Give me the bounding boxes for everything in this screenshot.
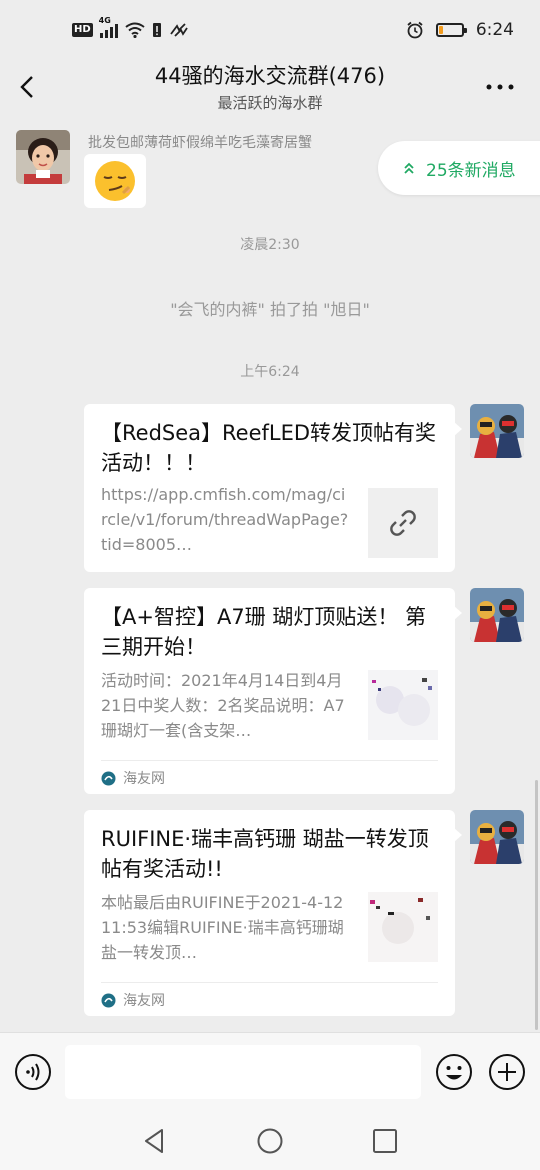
emoji-message[interactable] [84, 154, 146, 208]
card-description: 活动时间：2021年4月14日到4月21日中奖人数：2名奖品说明：A7珊瑚灯一套… [101, 671, 345, 740]
wifi-icon [125, 22, 145, 38]
emoji-button[interactable] [435, 1053, 473, 1091]
my-avatar[interactable] [470, 404, 524, 458]
card-description: https://app.cmfish.com/mag/circle/v1/for… [101, 485, 349, 554]
back-triangle-icon [145, 1129, 163, 1153]
link-icon [390, 510, 416, 536]
card-title: RUIFINE·瑞丰高钙珊 瑚盐一转发顶帖有奖活动!! [101, 827, 429, 881]
card-divider [101, 982, 438, 983]
smirk-emoji-icon [95, 161, 135, 201]
card-description: 本帖最后由RUIFINE于2021-4-1211:53编辑RUIFINE·瑞丰高… [101, 893, 344, 962]
card-title: 【RedSea】ReefLED转发顶帖有奖活动！！！ [101, 421, 437, 475]
scrollbar[interactable] [535, 780, 538, 1030]
card-thumbnail [368, 670, 438, 740]
status-left: HD 4G [72, 16, 189, 38]
network-type: 4G [98, 16, 111, 25]
card-source: 海友网 [101, 768, 165, 788]
plus-button[interactable] [488, 1053, 526, 1091]
new-messages-button[interactable]: 25条新消息 [378, 141, 540, 195]
link-card[interactable]: 【RedSea】ReefLED转发顶帖有奖活动！！！ https://app.c… [84, 404, 462, 572]
more-button[interactable] [482, 74, 518, 100]
nav-back-button[interactable] [140, 1126, 170, 1156]
card-thumbnail [368, 488, 438, 558]
battery-icon [435, 23, 467, 37]
home-circle-icon [257, 1128, 283, 1154]
avatar [470, 810, 524, 864]
clock: 6:24 [475, 20, 514, 40]
system-message: "会飞的内裤" 拍了拍 "旭日" [170, 300, 370, 319]
more-horizontal-icon [486, 84, 514, 90]
card-source-label: 海友网 [123, 993, 165, 1009]
chat-header: 44骚的海水交流群(476) 最活跃的海水群 [0, 56, 540, 118]
new-messages-label: 25条新消息 [426, 160, 516, 181]
input-bar [0, 1032, 540, 1112]
article-image [368, 670, 438, 740]
voice-icon [15, 1054, 51, 1090]
alarm-icon [407, 21, 423, 39]
voice-button[interactable] [14, 1053, 52, 1091]
double-chevron-up-icon [404, 162, 414, 174]
chat-title: 44骚的海水交流群(476) [154, 64, 386, 88]
card-divider [101, 760, 438, 761]
system-nav-bar [0, 1112, 540, 1170]
alert-icon [152, 23, 161, 37]
timestamp: 凌晨2:30 [240, 237, 300, 253]
message-input[interactable] [65, 1045, 421, 1099]
status-bar: HD 4G 6:24 [0, 0, 540, 56]
emoji-icon [436, 1054, 472, 1090]
card-title: 【A+智控】A7珊 瑚灯顶贴送！ 第三期开始！ [101, 605, 427, 659]
status-right: 6:24 [406, 20, 514, 40]
hd-badge: HD [72, 23, 93, 37]
nav-home-button[interactable] [255, 1126, 285, 1156]
card-thumbnail [368, 892, 438, 962]
plus-icon [489, 1054, 525, 1090]
my-avatar[interactable] [470, 588, 524, 642]
timestamp: 上午6:24 [240, 364, 300, 380]
link-card[interactable]: RUIFINE·瑞丰高钙珊 瑚盐一转发顶帖有奖活动!! 本帖最后由RUIFINE… [84, 810, 462, 1016]
article-image [368, 892, 438, 962]
sender-name: 批发包邮薄荷虾假绵羊吃毛藻寄居蟹 [88, 135, 312, 151]
source-logo-icon [101, 771, 116, 785]
card-source-label: 海友网 [123, 771, 165, 787]
avatar [16, 130, 70, 184]
chat-subtitle: 最活跃的海水群 [217, 94, 323, 112]
nav-recents-button[interactable] [370, 1126, 400, 1156]
source-logo-icon [101, 993, 116, 1007]
sender-avatar[interactable] [16, 130, 70, 184]
avatar [470, 588, 524, 642]
my-avatar[interactable] [470, 810, 524, 864]
avatar [470, 404, 524, 458]
recents-square-icon [373, 1129, 397, 1153]
app-notification-icon [169, 23, 188, 37]
card-source: 海友网 [101, 990, 165, 1010]
cell-signal-icon: 4G [99, 16, 118, 38]
link-card[interactable]: 【A+智控】A7珊 瑚灯顶贴送！ 第三期开始！ 活动时间：2021年4月14日到… [84, 588, 462, 794]
